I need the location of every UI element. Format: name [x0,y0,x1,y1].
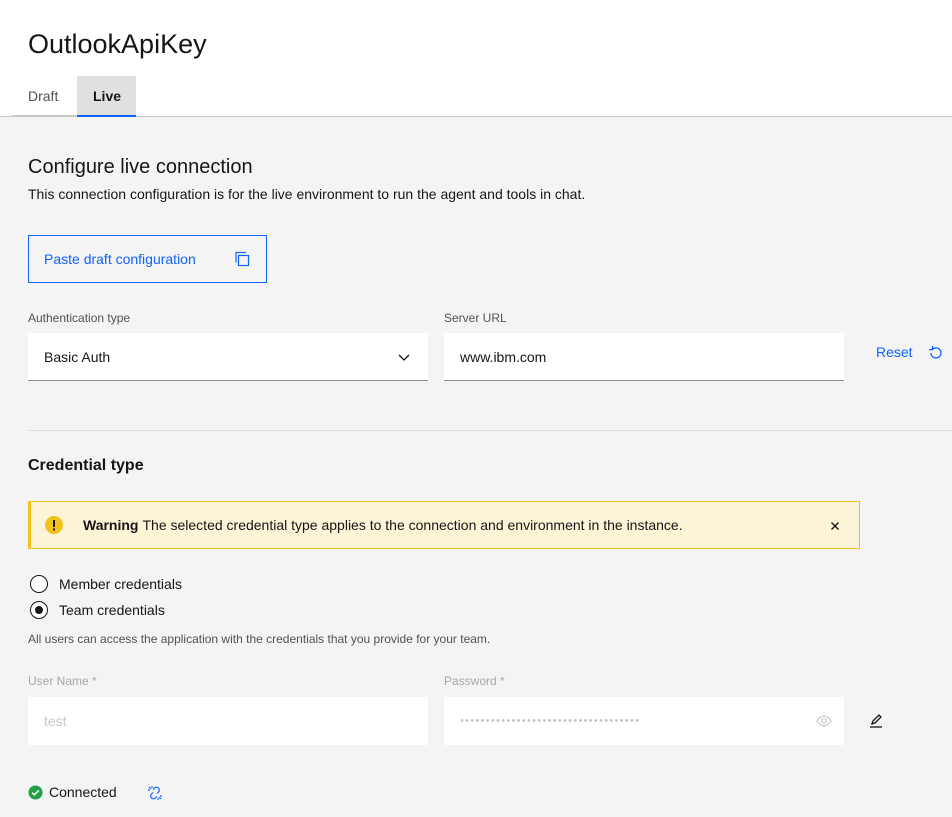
checkmark-icon [28,784,43,800]
tab-draft[interactable]: Draft [12,76,76,117]
radio-label: Team credentials [59,602,165,618]
paste-draft-configuration-button[interactable]: Paste draft configuration [28,235,267,283]
eye-icon[interactable] [816,713,832,729]
reset-label: Reset [876,344,913,360]
password-value: ••••••••••••••••••••••••••••••••••• [460,715,641,727]
radio-team-credentials[interactable]: Team credentials [30,601,165,619]
password-label: Password * [444,674,505,688]
username-field[interactable]: test [28,697,428,745]
connection-status: Connected [28,784,117,800]
chevron-down-icon [398,354,410,361]
page-header: OutlookApiKey Draft Live [0,0,952,117]
auth-type-label: Authentication type [28,311,131,325]
credential-type-title: Credential type [28,457,144,474]
section-title: Configure live connection [28,156,253,178]
status-label: Connected [49,784,117,800]
warning-title: Warning [83,517,139,533]
divider [28,430,952,431]
auth-type-value: Basic Auth [44,348,111,365]
paste-button-label: Paste draft configuration [44,251,196,267]
reset-icon [928,346,942,359]
tab-live[interactable]: Live [77,76,136,117]
unlink-icon[interactable] [147,785,163,801]
copy-icon [235,251,250,267]
credential-helper-text: All users can access the application wit… [28,632,491,646]
radio-button-selected[interactable] [30,601,48,619]
radio-label: Member credentials [59,576,182,592]
username-label: User Name * [28,674,97,688]
main-panel: Configure live connection This connectio… [0,117,952,817]
section-description: This connection configuration is for the… [28,186,586,202]
radio-member-credentials[interactable]: Member credentials [30,575,182,593]
password-field[interactable]: ••••••••••••••••••••••••••••••••••• [444,697,844,745]
server-url-input[interactable]: www.ibm.com [444,333,844,381]
edit-icon[interactable] [868,713,884,729]
warning-text: The selected credential type applies to … [142,517,683,533]
reset-button[interactable]: Reset [876,342,943,362]
warning-icon [45,516,63,534]
warning-notification: Warning The selected credential type app… [28,501,860,549]
server-url-label: Server URL [444,311,507,325]
page-title: OutlookApiKey [28,29,207,59]
close-icon[interactable] [827,518,843,534]
auth-type-select[interactable]: Basic Auth [28,333,428,381]
radio-button[interactable] [30,575,48,593]
